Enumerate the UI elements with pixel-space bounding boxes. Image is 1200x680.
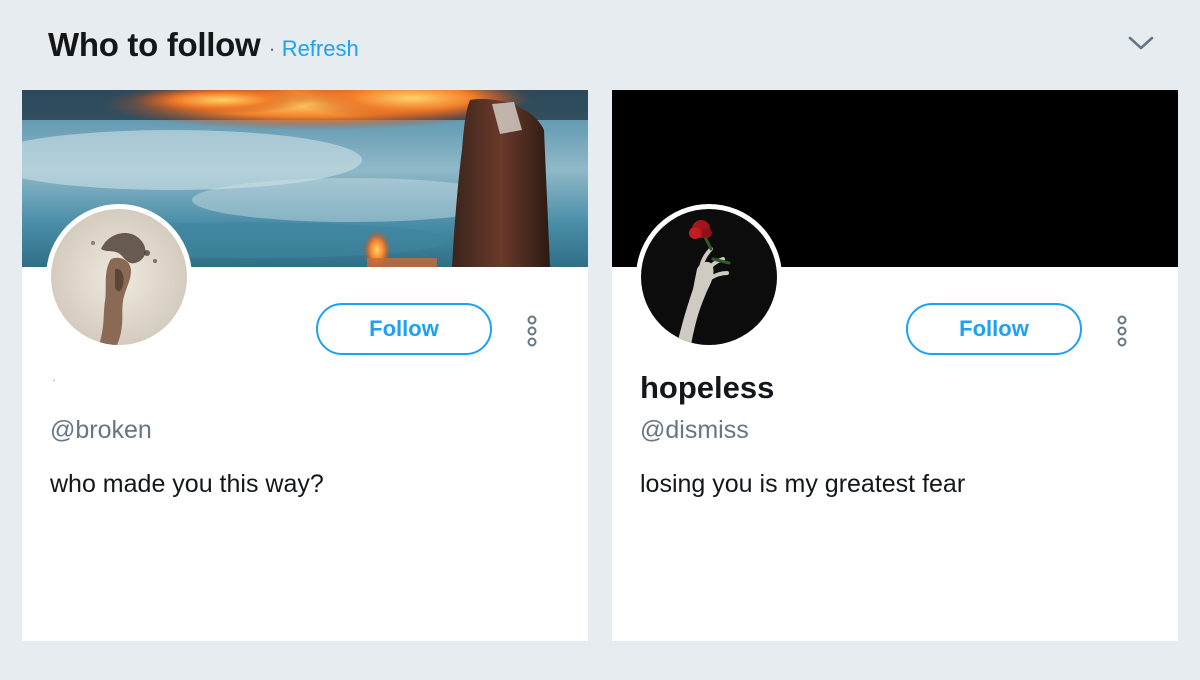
who-to-follow-module: Who to follow · Refresh Follow ﹐ @broken… — [0, 0, 1200, 680]
user-card[interactable]: Follow ﹐ @broken who made you this way? — [22, 90, 588, 641]
avatar[interactable] — [46, 204, 192, 350]
avatar[interactable] — [636, 204, 782, 350]
user-bio: losing you is my greatest fear — [640, 470, 966, 498]
display-name[interactable]: hopeless — [640, 370, 774, 406]
chevron-down-icon[interactable] — [1124, 26, 1158, 60]
user-card[interactable]: Follow hopeless @dismiss losing you is m… — [612, 90, 1178, 641]
follow-button[interactable]: Follow — [316, 303, 492, 355]
user-handle[interactable]: @broken — [50, 416, 152, 445]
refresh-link[interactable]: Refresh — [282, 36, 359, 62]
title-separator: · — [268, 36, 276, 61]
module-header: Who to follow · Refresh — [48, 26, 359, 64]
user-handle[interactable]: @dismiss — [640, 416, 749, 445]
more-vertical-icon[interactable] — [1111, 314, 1133, 348]
display-name[interactable]: ﹐ — [50, 372, 58, 383]
module-title: Who to follow — [48, 26, 261, 63]
user-bio: who made you this way? — [50, 470, 324, 498]
more-vertical-icon[interactable] — [521, 314, 543, 348]
follow-button[interactable]: Follow — [906, 303, 1082, 355]
